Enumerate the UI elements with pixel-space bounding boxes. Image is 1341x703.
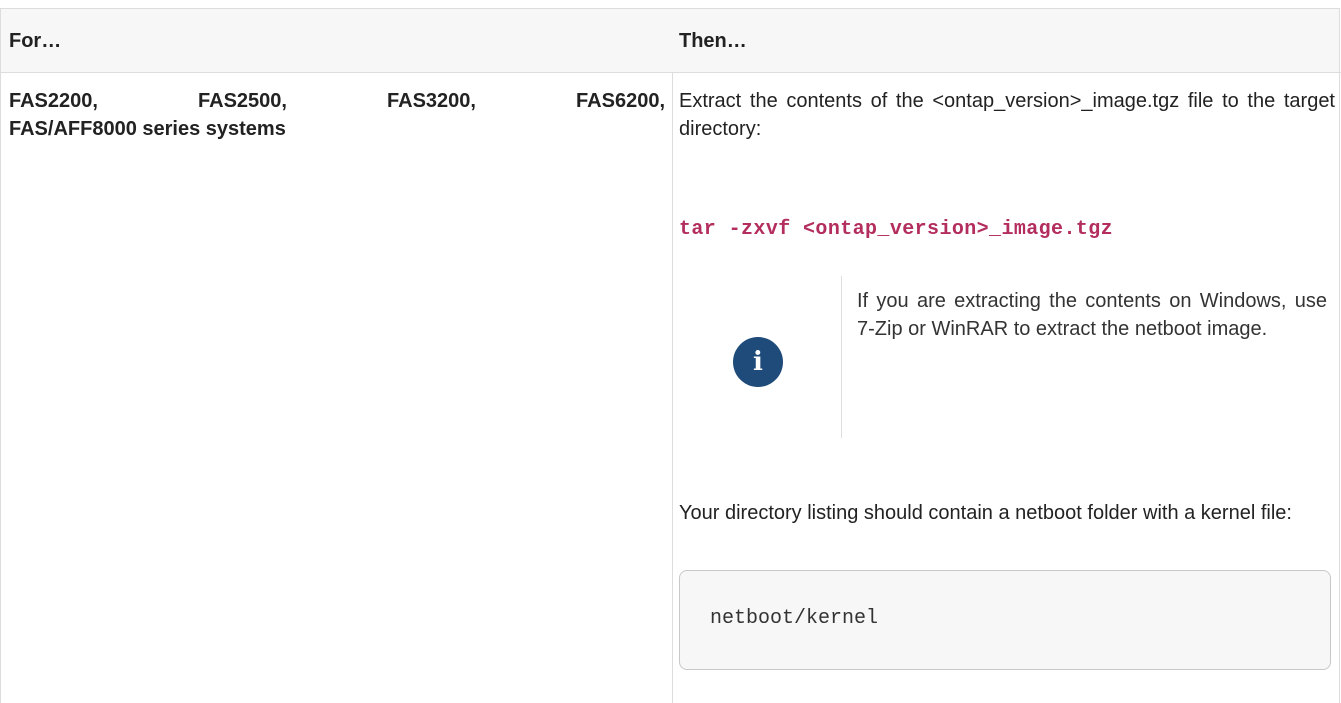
code-listing: netboot/kernel — [710, 607, 879, 630]
note-divider — [841, 276, 842, 438]
listing-paragraph: Your directory listing should contain a … — [679, 502, 1292, 524]
header-for-label: For… — [9, 30, 62, 52]
code-block: netboot/kernel — [679, 570, 1331, 670]
header-cell-then: Then… — [671, 8, 1340, 73]
systems-line-1: FAS2200, FAS2500, FAS3200, FAS6200, — [9, 90, 665, 112]
header-cell-for: For… — [0, 8, 673, 73]
cell-instructions: Extract the contents of the <ontap_versi… — [671, 73, 1340, 703]
systems-text: FAS2200, FAS2500, FAS3200, FAS6200, FAS/… — [9, 87, 665, 143]
cell-systems: FAS2200, FAS2500, FAS3200, FAS6200, FAS/… — [0, 73, 673, 703]
extract-paragraph: Extract the contents of the <ontap_versi… — [679, 90, 1335, 140]
info-icon: i — [733, 337, 783, 387]
instruction-table: For… Then… FAS2200, FAS2500, FAS3200, FA… — [0, 0, 1341, 703]
note-text: If you are extracting the contents on Wi… — [857, 290, 1327, 340]
tar-command: tar -zxvf <ontap_version>_image.tgz — [679, 218, 1114, 241]
header-then-label: Then… — [679, 30, 747, 52]
systems-line-2: FAS/AFF8000 series systems — [9, 118, 286, 140]
